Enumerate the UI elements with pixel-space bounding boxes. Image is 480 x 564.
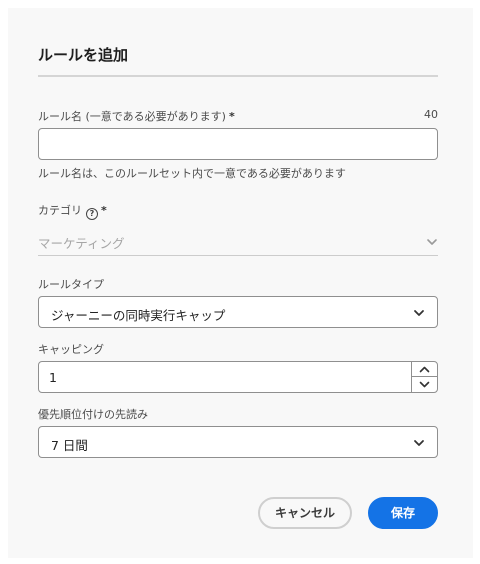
rule-type-value: ジャーニーの同時実行キャップ <box>51 308 226 323</box>
info-icon[interactable]: ? <box>86 208 98 220</box>
rule-name-label-text: ルール名 (一意である必要があります) <box>38 110 226 123</box>
save-button[interactable]: 保存 <box>368 497 438 529</box>
rule-type-label: ルールタイプ <box>38 278 104 291</box>
rule-name-label: ルール名 (一意である必要があります) * <box>38 108 235 124</box>
priority-lookahead-value: 7 日間 <box>51 438 88 453</box>
capping-stepper <box>411 362 437 392</box>
decrement-button[interactable] <box>412 377 437 392</box>
stepper-up-icon <box>419 366 430 373</box>
category-label-text: カテゴリ <box>38 204 82 217</box>
rule-name-input[interactable] <box>38 128 438 160</box>
priority-lookahead-picker[interactable]: 7 日間 <box>38 426 438 458</box>
capping-value: 1 <box>49 370 57 385</box>
chevron-down-icon <box>414 440 424 446</box>
priority-lookahead-label: 優先順位付けの先読み <box>38 408 148 421</box>
add-rule-dialog: ルールを追加 ルール名 (一意である必要があります) * 40 ルール名は、このル… <box>8 8 473 558</box>
required-mark: * <box>101 204 107 217</box>
required-mark: * <box>228 110 235 123</box>
category-picker[interactable]: マーケティング <box>38 230 438 256</box>
character-counter: 40 <box>424 108 438 121</box>
cancel-button[interactable]: キャンセル <box>258 497 352 529</box>
dialog-title: ルールを追加 <box>38 46 129 64</box>
rule-type-picker[interactable]: ジャーニーの同時実行キャップ <box>38 296 438 328</box>
increment-button[interactable] <box>412 362 437 377</box>
capping-label: キャッピング <box>38 343 104 356</box>
capping-number-field[interactable]: 1 <box>38 361 438 393</box>
category-value: マーケティング <box>38 236 125 251</box>
rule-name-help-text: ルール名は、このルールセット内で一意である必要があります <box>38 167 346 180</box>
category-label: カテゴリ? * <box>38 202 107 220</box>
chevron-down-icon <box>427 239 437 245</box>
chevron-down-icon <box>414 310 424 316</box>
title-divider <box>38 75 438 77</box>
stepper-down-icon <box>419 381 430 388</box>
